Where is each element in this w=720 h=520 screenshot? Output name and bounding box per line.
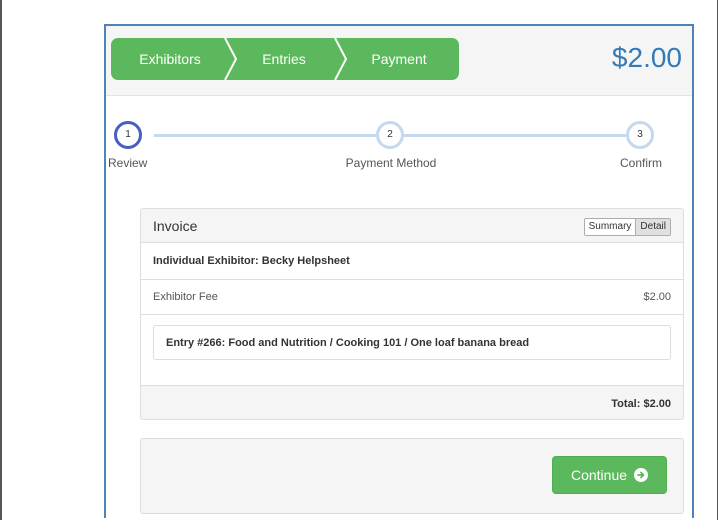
continue-label: Continue [570, 467, 628, 483]
chevron-separator-icon [224, 38, 238, 80]
cart-total: $2.00 [611, 42, 682, 73]
step-3-label: Confirm [620, 156, 663, 170]
invoice-header: Invoice Summary Detail [141, 209, 683, 243]
invoice-title: Invoice [153, 218, 198, 234]
crumb-payment[interactable]: Payment [339, 38, 459, 80]
breadcrumb: Exhibitors Entries Payment [111, 38, 459, 80]
window-edge-right [717, 0, 718, 520]
chevron-separator-icon [334, 38, 348, 80]
checkout-header: Exhibitors Entries Payment $2.00 [106, 26, 692, 96]
arrow-circle-right-icon [634, 468, 649, 482]
fee-row: Exhibitor Fee $2.00 [141, 280, 683, 315]
fee-label: Exhibitor Fee [153, 291, 218, 303]
progress-stepper: 1 Review 2 Payment Method 3 Confirm [106, 114, 692, 174]
exhibitor-row: Individual Exhibitor: Becky Helpsheet [141, 243, 683, 280]
crumb-exhibitors[interactable]: Exhibitors [111, 38, 229, 80]
action-panel: Continue [140, 438, 684, 514]
step-1-circle: 1 [114, 121, 142, 149]
invoice-panel: Invoice Summary Detail Individual Exhibi… [140, 208, 684, 420]
continue-button[interactable]: Continue [552, 456, 667, 494]
fee-amount: $2.00 [643, 291, 671, 303]
summary-toggle-button[interactable]: Summary [584, 219, 636, 235]
invoice-total: Total: $2.00 [611, 398, 671, 410]
step-2-circle: 2 [376, 121, 404, 149]
step-3-circle: 3 [626, 121, 654, 149]
detail-toggle-button[interactable]: Detail [635, 219, 670, 235]
checkout-frame: Exhibitors Entries Payment $2.00 1 Revie… [104, 24, 694, 518]
entry-item: Entry #266: Food and Nutrition / Cooking… [153, 325, 671, 360]
crumb-entries[interactable]: Entries [229, 38, 339, 80]
step-2-label: Payment Method [345, 156, 437, 170]
step-1-label: Review [108, 156, 148, 170]
step-connector [404, 134, 626, 137]
step-connector [154, 134, 376, 137]
entry-description: Entry #266: Food and Nutrition / Cooking… [166, 337, 530, 349]
invoice-view-toggle: Summary Detail [583, 218, 671, 236]
invoice-footer: Total: $2.00 [141, 385, 683, 419]
exhibitor-name: Individual Exhibitor: Becky Helpsheet [153, 255, 350, 267]
window-edge-left [0, 0, 2, 520]
